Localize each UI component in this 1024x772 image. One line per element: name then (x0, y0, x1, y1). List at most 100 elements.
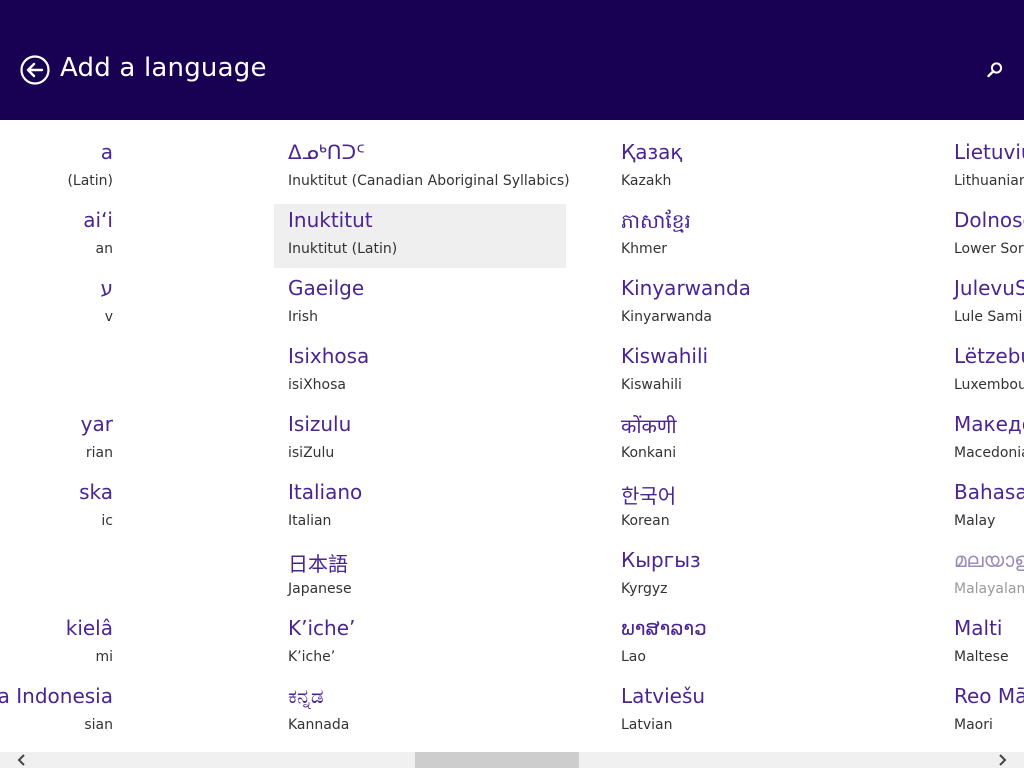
language-tile[interactable]: 日本語 Japanese (274, 544, 566, 608)
language-tile[interactable]: Македонски Macedonian (940, 408, 1024, 472)
language-native-name: Lietuvių (954, 140, 1024, 164)
language-tile[interactable]: Kiswahili Kiswahili (607, 340, 899, 404)
language-native-name: Lëtzebuergesch (954, 344, 1024, 368)
chevron-right-icon (999, 754, 1007, 766)
language-tile[interactable]: a (Latin) (0, 136, 113, 200)
page-title: Add a language (60, 53, 267, 83)
language-tile[interactable]: ska ic (0, 476, 113, 540)
language-native-name: ພາສາລາວ (621, 616, 707, 640)
back-arrow-circle-icon (20, 55, 50, 85)
language-english-name: Lithuanian (954, 173, 1024, 189)
language-english-name: K’iche’ (288, 649, 336, 665)
language-tile[interactable]: ಕನ್ನಡ Kannada (274, 680, 566, 744)
language-tile[interactable]: कोंकणी Konkani (607, 408, 899, 472)
language-tile[interactable]: Italiano Italian (274, 476, 566, 540)
language-english-name: mi (95, 649, 113, 665)
language-english-name: Lule Sami (954, 309, 1023, 325)
language-native-name: K’iche’ (288, 616, 356, 640)
language-english-name: Kyrgyz (621, 581, 668, 597)
language-native-name: Isixhosa (288, 344, 370, 368)
language-native-name: Malti (954, 616, 1003, 640)
language-native-name: Dolnoserbšćina (954, 208, 1024, 232)
language-tile[interactable]: yar rian (0, 408, 113, 472)
chevron-left-icon (17, 754, 25, 766)
language-english-name: Kiswahili (621, 377, 682, 393)
language-english-name: Kannada (288, 717, 350, 733)
language-native-name: 日本語 (288, 552, 348, 576)
language-english-name: ic (101, 513, 113, 529)
language-english-name: Lower Sorbian (954, 241, 1024, 257)
language-tile[interactable]: sa Indonesia sian (0, 680, 113, 744)
language-english-name: an (95, 241, 113, 257)
app-header: Add a language (0, 0, 1024, 120)
language-tile[interactable]: JulevuSámegiella Lule Sami (940, 272, 1024, 336)
language-english-name: Macedonian (954, 445, 1024, 461)
language-tile[interactable]: kielâ mi (0, 612, 113, 676)
language-english-name: Malay (954, 513, 996, 529)
language-tile[interactable]: 한국어 Korean (607, 476, 899, 540)
search-icon (987, 62, 1003, 78)
language-tile[interactable]: Gaeilge Irish (274, 272, 566, 336)
horizontal-scrollbar[interactable] (0, 752, 1024, 768)
language-tile[interactable]: Reo Māori Maori (940, 680, 1024, 744)
language-native-name: Kinyarwanda (621, 276, 751, 300)
language-tile[interactable]: Isixhosa isiXhosa (274, 340, 566, 404)
language-native-name: ע (100, 276, 113, 300)
language-native-name: Қазақ (621, 140, 683, 164)
language-tile[interactable]: Latviešu Latvian (607, 680, 899, 744)
language-english-name: Irish (288, 309, 318, 325)
language-native-name: JulevuSámegiella (954, 276, 1024, 300)
language-english-name: Inuktitut (Canadian Aboriginal Syllabics… (288, 173, 570, 189)
language-english-name: isiZulu (288, 445, 335, 461)
language-tile[interactable]: ភាសាខ្មែរ Khmer (607, 204, 899, 268)
language-native-name: Isizulu (288, 412, 352, 436)
language-tile[interactable]: ພາສາລາວ Lao (607, 612, 899, 676)
language-native-name: कोंकणी (621, 414, 677, 438)
search-button[interactable] (986, 61, 1004, 79)
language-english-name: Japanese (288, 581, 352, 597)
scrollbar-thumb[interactable] (415, 752, 579, 768)
language-english-name: Maltese (954, 649, 1009, 665)
language-native-name: 한국어 (621, 484, 677, 508)
language-english-name: Korean (621, 513, 670, 529)
language-english-name: Konkani (621, 445, 677, 461)
language-native-name: ska (79, 480, 113, 504)
back-button[interactable] (20, 55, 50, 85)
language-english-name: Malayalam (954, 581, 1024, 597)
language-tile[interactable]: ᐃᓄᒃᑎᑐᑦ Inuktitut (Canadian Aboriginal Syl… (274, 136, 570, 200)
language-english-name: Italian (288, 513, 332, 529)
language-tile[interactable]: ai‘i an (0, 204, 113, 268)
language-native-name: ಕನ್ನಡ (288, 684, 324, 708)
language-english-name: Kazakh (621, 173, 672, 189)
language-native-name: ai‘i (83, 208, 113, 232)
language-tile[interactable]: Kinyarwanda Kinyarwanda (607, 272, 899, 336)
language-tile[interactable]: Malti Maltese (940, 612, 1024, 676)
scroll-left-button[interactable] (14, 752, 30, 768)
language-tile[interactable]: Lietuvių Lithuanian (940, 136, 1024, 200)
language-english-name: Kinyarwanda (621, 309, 712, 325)
language-native-name: yar (80, 412, 113, 436)
language-native-name: Kiswahili (621, 344, 709, 368)
language-native-name: Reo Māori (954, 684, 1024, 708)
language-native-name: kielâ (65, 616, 113, 640)
language-english-name: Inuktitut (Latin) (288, 241, 398, 257)
language-tile[interactable]: Lëtzebuergesch Luxembourgish (940, 340, 1024, 404)
language-tile[interactable]: Dolnoserbšćina Lower Sorbian (940, 204, 1024, 268)
language-tile[interactable]: Bahasa Melayu Malay (940, 476, 1024, 540)
language-tile[interactable]: K’iche’ K’iche’ (274, 612, 566, 676)
language-tile[interactable]: Кыргыз Kyrgyz (607, 544, 899, 608)
language-tile[interactable]: Isizulu isiZulu (274, 408, 566, 472)
language-tile[interactable]: മലയാളം Malayalam (940, 544, 1024, 608)
language-tile[interactable]: Қазақ Kazakh (607, 136, 899, 200)
scroll-right-button[interactable] (994, 752, 1010, 768)
language-native-name: sa Indonesia (0, 684, 113, 708)
language-english-name: Maori (954, 717, 993, 733)
language-tile[interactable]: Inuktitut Inuktitut (Latin) (274, 204, 566, 268)
language-native-name: Inuktitut (288, 208, 373, 232)
language-tile[interactable]: עv (0, 272, 113, 336)
language-native-name: Македонски (954, 412, 1024, 436)
language-native-name: Latviešu (621, 684, 706, 708)
language-native-name: a (100, 140, 113, 164)
language-english-name: Khmer (621, 241, 668, 257)
language-english-name: isiXhosa (288, 377, 346, 393)
